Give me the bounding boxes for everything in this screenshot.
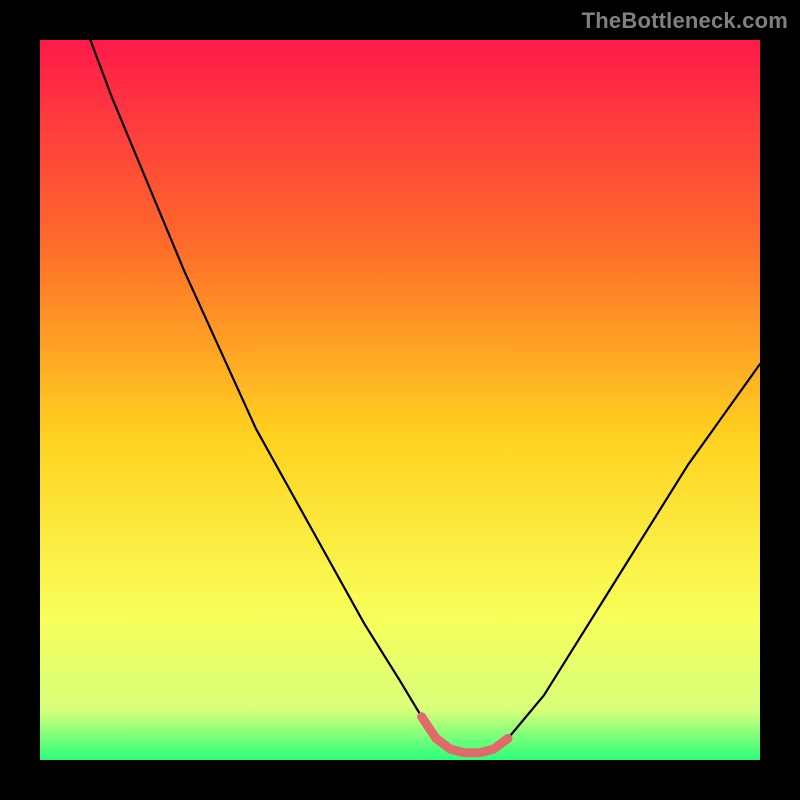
gradient-background [40,40,760,760]
watermark-text: TheBottleneck.com [582,8,788,34]
bottleneck-chart [40,40,760,760]
chart-frame: { "watermark": "TheBottleneck.com", "col… [0,0,800,800]
plot-area [40,40,760,760]
